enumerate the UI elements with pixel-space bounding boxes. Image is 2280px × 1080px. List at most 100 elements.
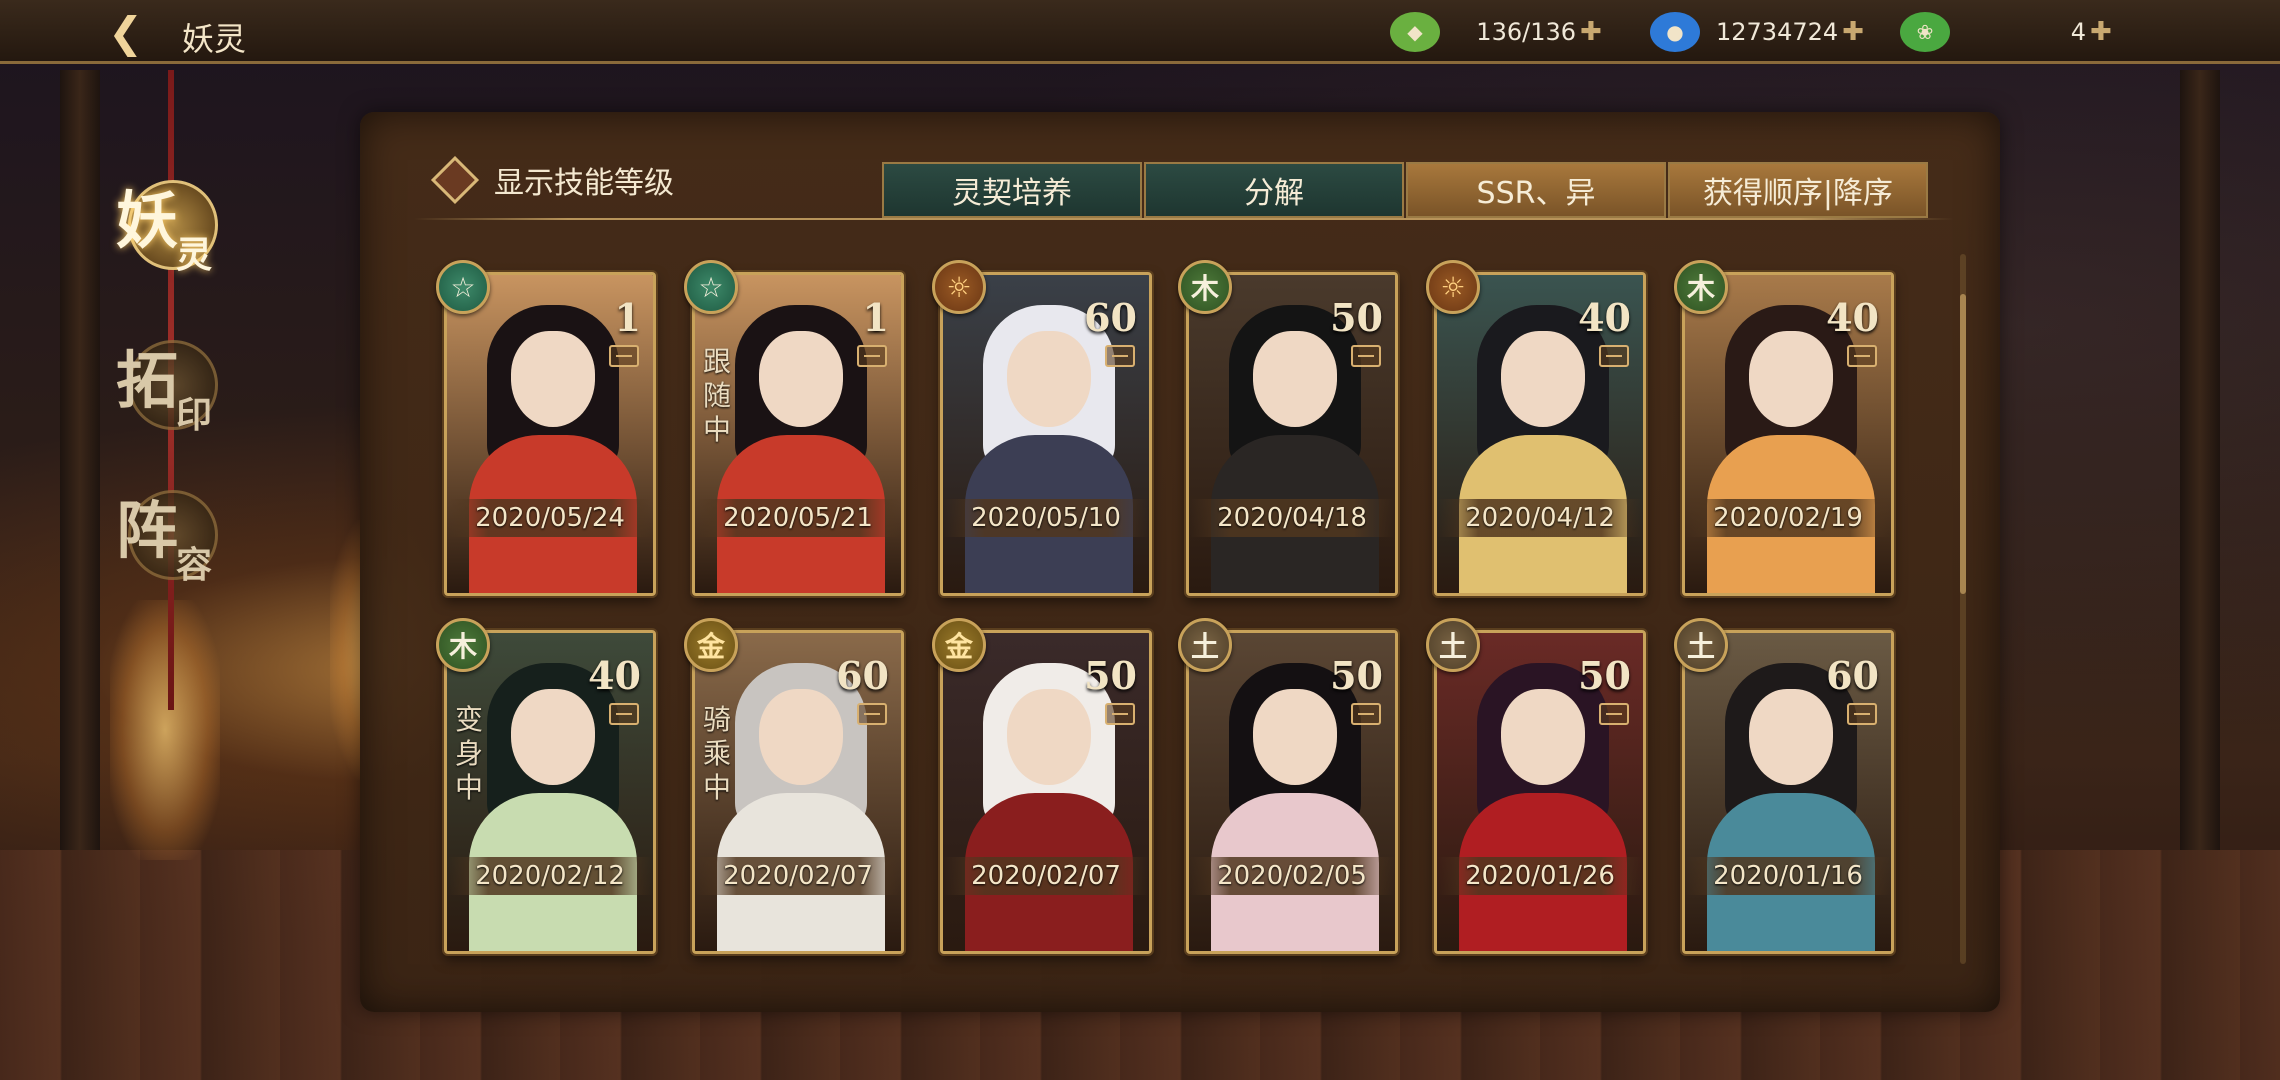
portrait-face (511, 331, 595, 427)
green-jade-coin-icon: ❀ (1900, 12, 1950, 52)
add-stamina-button[interactable]: ✚ (1580, 17, 1602, 47)
card-level: 1 (614, 295, 641, 340)
back-arrow-icon[interactable]: ❮ (108, 12, 158, 54)
gem-resource: ❀ 4 ✚ (1900, 8, 2112, 56)
portrait-face (1749, 331, 1833, 427)
jade-leaf-icon: ◆ (1390, 12, 1440, 52)
card-level: 40 (1578, 295, 1631, 340)
spirit-card[interactable]: 40 2020/04/12 (1434, 272, 1646, 596)
card-level: 50 (1330, 653, 1383, 698)
card-date: 2020/04/12 (1437, 499, 1643, 537)
spirit-card[interactable]: 60 骑乘中 2020/02/07 (692, 630, 904, 954)
card-level: 50 (1084, 653, 1137, 698)
sidebar-item-label: 拓 (116, 344, 179, 417)
sidebar-item-label: 阵 (116, 494, 179, 567)
star-element-icon: ☆ (684, 260, 738, 314)
spirit-card[interactable]: 50 2020/01/26 (1434, 630, 1646, 954)
top-bar: ❮ 妖灵 ◆ 136/136 ✚ ● 12734724 ✚ ❀ 4 ✚ (0, 0, 2280, 64)
lantern-glow (110, 600, 220, 860)
earth-element-icon: 土 (1674, 618, 1728, 672)
card-level: 60 (836, 653, 889, 698)
sidebar-item-zhenrong[interactable]: 阵 容 (108, 474, 238, 594)
card-date: 2020/02/12 (447, 857, 653, 895)
card-date: 2020/02/07 (943, 857, 1149, 895)
portrait-face (511, 689, 595, 785)
gem-value: 4 (2070, 18, 2086, 46)
lock-icon[interactable] (1351, 703, 1381, 725)
spirit-card[interactable]: 50 2020/02/05 (1186, 630, 1398, 954)
card-status: 变身中 (455, 703, 484, 804)
show-skill-level-toggle[interactable]: 显示技能等级 (430, 155, 674, 205)
card-level: 60 (1826, 653, 1879, 698)
spirit-card[interactable]: 1 2020/05/24 (444, 272, 656, 596)
card-status: 骑乘中 (703, 703, 732, 804)
spirit-card[interactable]: 40 变身中 2020/02/12 (444, 630, 656, 954)
sort-order-dropdown[interactable]: 获得顺序|降序 (1668, 162, 1928, 218)
card-date: 2020/05/10 (943, 499, 1149, 537)
gold-element-icon: 金 (684, 618, 738, 672)
lock-icon[interactable] (857, 703, 887, 725)
sidebar-item-label: 妖 (116, 184, 179, 257)
filter-rarity-dropdown[interactable]: SSR、异 (1406, 162, 1666, 218)
gold-element-icon: 金 (932, 618, 986, 672)
pillar-decoration (60, 70, 100, 850)
spirit-card[interactable]: 60 2020/01/16 (1682, 630, 1894, 954)
diamond-checkbox-icon[interactable] (430, 155, 480, 205)
lock-icon[interactable] (857, 345, 887, 367)
portrait-face (1007, 331, 1091, 427)
lock-icon[interactable] (1105, 703, 1135, 725)
star-element-icon: ☆ (436, 260, 490, 314)
portrait-face (1749, 689, 1833, 785)
lock-icon[interactable] (609, 345, 639, 367)
card-level: 40 (1826, 295, 1879, 340)
card-status: 跟随中 (703, 345, 732, 446)
divider (414, 218, 1954, 220)
card-date: 2020/01/16 (1685, 857, 1891, 895)
lock-icon[interactable] (1847, 703, 1877, 725)
card-date: 2020/05/21 (695, 499, 901, 537)
spirit-card[interactable]: 60 2020/05/10 (940, 272, 1152, 596)
card-date: 2020/05/24 (447, 499, 653, 537)
scroll-thumb[interactable] (1960, 294, 1966, 594)
card-date: 2020/01/26 (1437, 857, 1643, 895)
spirit-card[interactable]: 50 2020/04/18 (1186, 272, 1398, 596)
spirit-card[interactable]: 50 2020/02/07 (940, 630, 1152, 954)
card-level: 40 (588, 653, 641, 698)
card-date: 2020/02/19 (1685, 499, 1891, 537)
lock-icon[interactable] (1599, 345, 1629, 367)
card-date: 2020/04/18 (1189, 499, 1395, 537)
lock-icon[interactable] (1599, 703, 1629, 725)
portrait-face (1501, 689, 1585, 785)
card-level: 60 (1084, 295, 1137, 340)
portrait-face (1501, 331, 1585, 427)
tab-cultivate[interactable]: 灵契培养 (882, 162, 1142, 218)
lock-icon[interactable] (1847, 345, 1877, 367)
sidebar-item-label: 印 (176, 394, 213, 436)
lock-icon[interactable] (609, 703, 639, 725)
sidebar-item-tuoyin[interactable]: 拓 印 (108, 324, 238, 444)
add-gem-button[interactable]: ✚ (2090, 17, 2112, 47)
sidebar-item-yaoling[interactable]: 妖 灵 (108, 164, 238, 284)
stamina-resource: ◆ 136/136 ✚ (1390, 8, 1602, 56)
gold-value: 12734724 (1716, 18, 1839, 46)
card-date: 2020/02/05 (1189, 857, 1395, 895)
spirit-card[interactable]: 40 2020/02/19 (1682, 272, 1894, 596)
toggle-label: 显示技能等级 (494, 166, 674, 201)
earth-element-icon: 土 (1426, 618, 1480, 672)
wood-element-icon: 木 (436, 618, 490, 672)
card-date: 2020/02/07 (695, 857, 901, 895)
spirit-card[interactable]: 1 跟随中 2020/05/21 (692, 272, 904, 596)
scrollbar[interactable] (1960, 254, 1966, 964)
card-level: 1 (862, 295, 889, 340)
lock-icon[interactable] (1105, 345, 1135, 367)
tab-decompose[interactable]: 分解 (1144, 162, 1404, 218)
stamina-value: 136/136 (1476, 18, 1576, 46)
portrait-face (1253, 689, 1337, 785)
portrait-face (759, 689, 843, 785)
portrait-face (759, 331, 843, 427)
card-level: 50 (1330, 295, 1383, 340)
wood-element-icon: 木 (1674, 260, 1728, 314)
add-gold-button[interactable]: ✚ (1842, 17, 1864, 47)
lock-icon[interactable] (1351, 345, 1381, 367)
sidebar-item-label: 容 (176, 544, 213, 586)
